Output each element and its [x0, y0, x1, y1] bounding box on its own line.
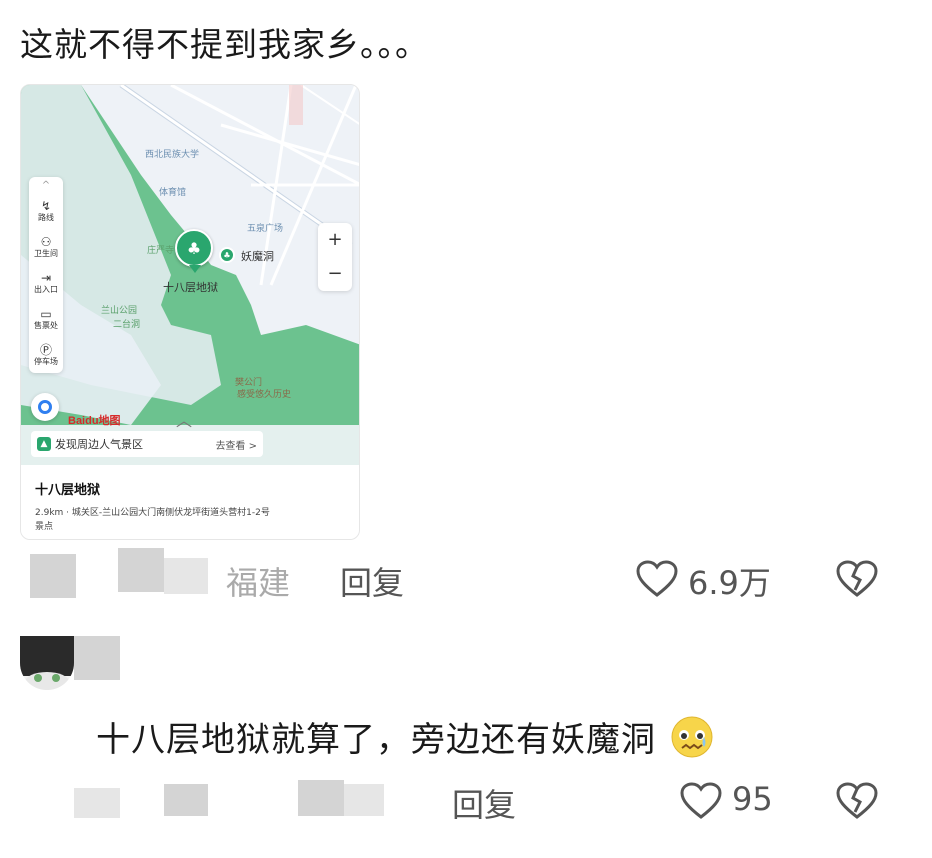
nearby-attractions-bar[interactable]: ▲ 发现周边人气景区 去查看 >	[31, 431, 263, 457]
poi-address-text: 2.9km · 城关区-兰山公园大门南侧伏龙坪街道头营村1-2号	[35, 508, 270, 518]
poi-title: 十八层地狱	[35, 483, 101, 498]
map-label-lanshan-park: 兰山公园	[101, 306, 138, 316]
toolbar-ticket-label: 售票处	[34, 321, 58, 330]
redacted-block	[164, 784, 208, 816]
zoom-control: + −	[318, 223, 352, 291]
toolbar-restroom-label: 卫生间	[34, 249, 58, 258]
baidu-logo: Baidu地图	[68, 415, 121, 427]
avatar-image	[20, 636, 74, 690]
toolbar-entrance[interactable]: ⇥ 出入口	[34, 265, 58, 301]
map-toolbar: ^ ↯ 路线 ⚇ 卫生间 ⇥ 出入口 ▭ 售票处 Ⓟ 停车场	[29, 177, 63, 373]
toolbar-restroom[interactable]: ⚇ 卫生间	[34, 229, 58, 265]
toolbar-route[interactable]: ↯ 路线	[38, 193, 54, 229]
locate-icon	[38, 400, 52, 414]
redacted-username	[74, 636, 120, 680]
map-label-temple: 庄严寺	[147, 246, 175, 256]
parking-icon: Ⓟ	[39, 343, 52, 357]
map-label-university: 西北民族大学	[145, 150, 200, 160]
toolbar-parking[interactable]: Ⓟ 停车场	[34, 337, 58, 373]
redacted-block	[118, 548, 164, 592]
pin-tail	[189, 265, 201, 273]
nearby-poi-label: 妖魔洞	[241, 250, 274, 263]
nearby-go-link[interactable]: 去查看 >	[215, 437, 257, 452]
nearby-attractions-text: 发现周边人气景区	[55, 438, 143, 451]
map-label-plaza: 五泉广场	[247, 224, 284, 234]
expand-chevron-icon[interactable]: ︿	[176, 407, 192, 431]
avatar[interactable]	[20, 636, 74, 690]
toolbar-entrance-label: 出入口	[34, 285, 58, 294]
reply-meta-row: 回复 95	[0, 770, 932, 830]
entrance-icon: ⇥	[40, 271, 52, 285]
redacted-block	[344, 784, 384, 816]
route-icon: ↯	[40, 199, 52, 213]
poi-pin-icon[interactable]: ♣	[175, 229, 213, 267]
like-count: 6.9万	[688, 564, 771, 602]
zoom-in-button[interactable]: +	[327, 230, 342, 250]
reply-text: 十八层地狱就算了，旁边还有妖魔洞	[96, 720, 656, 760]
heart-icon[interactable]	[636, 560, 678, 598]
map-label-stadium: 体育馆	[159, 188, 187, 198]
broken-heart-icon[interactable]	[836, 782, 878, 820]
poi-address: 2.9km · 城关区-兰山公园大门南侧伏龙坪街道头营村1-2号 景点	[35, 506, 305, 534]
pin-label: 十八层地狱	[163, 281, 218, 294]
toolbar-parking-label: 停车场	[34, 357, 58, 366]
ticket-icon: ▭	[40, 307, 52, 321]
chevron-up-icon: ^	[41, 180, 51, 191]
reply-button[interactable]: 回复	[340, 558, 404, 604]
redacted-block	[74, 788, 120, 818]
locate-button[interactable]	[31, 393, 59, 421]
redacted-block	[298, 780, 344, 816]
map-label-ertai-cave: 二台洞	[113, 320, 141, 330]
redacted-block	[164, 558, 208, 594]
post-text: 这就不得不提到我家乡。。。	[20, 25, 429, 64]
restroom-icon: ⚇	[40, 235, 52, 249]
toolbar-route-label: 路线	[38, 213, 54, 222]
toolbar-ticket[interactable]: ▭ 售票处	[34, 301, 58, 337]
mountain-icon: ▲	[37, 437, 51, 451]
reply-comment-text: 十八层地狱就算了，旁边还有妖魔洞	[96, 712, 714, 761]
comment-location: 福建	[226, 564, 291, 602]
redacted-block	[30, 554, 76, 598]
map-card[interactable]: 西北民族大学 体育馆 五泉广场 庄严寺 兰山公园 二台洞 樊公门 感受悠久历史 …	[20, 84, 360, 540]
poi-info-panel[interactable]: 十八层地狱 2.9km · 城关区-兰山公园大门南侧伏龙坪街道头营村1-2号 景…	[21, 465, 359, 539]
map-label-gate-sub: 感受悠久历史	[237, 390, 292, 400]
broken-heart-icon[interactable]	[836, 560, 878, 598]
heart-icon[interactable]	[680, 782, 722, 820]
reply-like-count: 95	[732, 780, 773, 818]
zoom-out-button[interactable]: −	[327, 264, 342, 284]
nearby-poi-icon[interactable]: ♣	[219, 247, 235, 263]
pleading-face-emoji-icon	[671, 716, 713, 758]
reply-button[interactable]: 回复	[452, 780, 516, 826]
poi-category: 景点	[35, 522, 54, 532]
comment-meta-row: 福建 回复 6.9万	[0, 548, 932, 608]
